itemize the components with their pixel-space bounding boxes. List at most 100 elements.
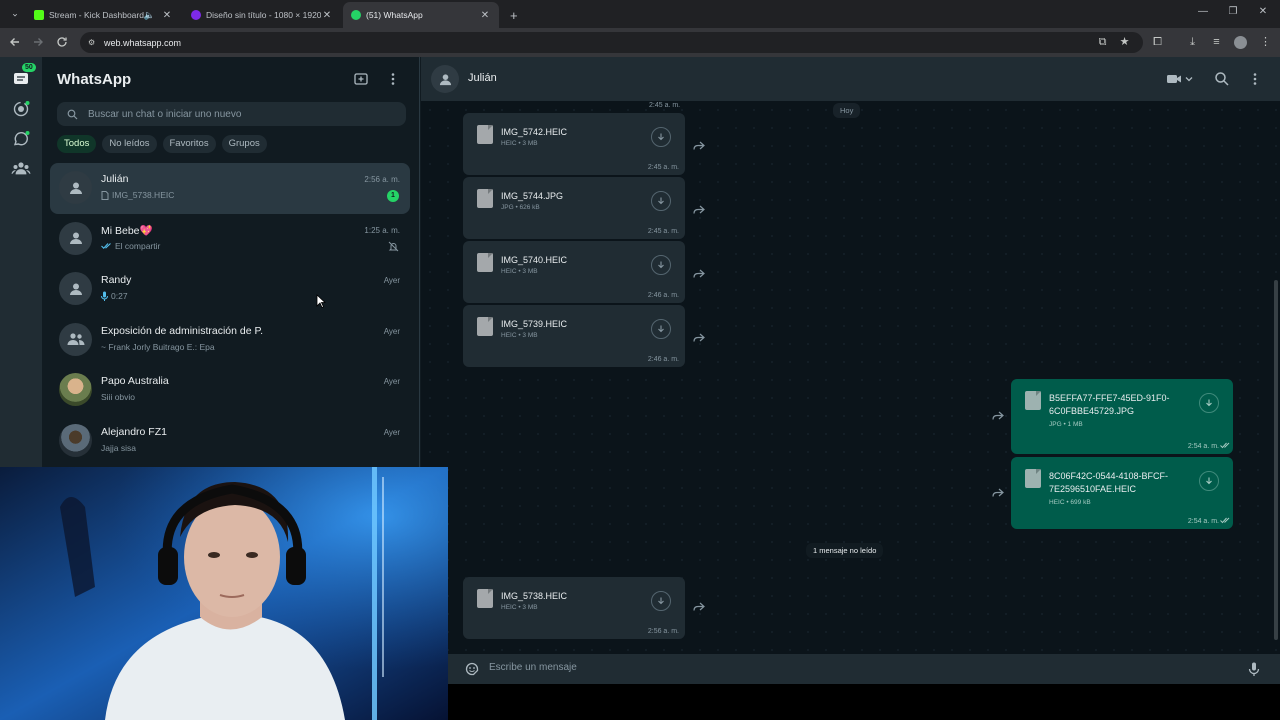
message-input[interactable]: Escribe un mensaje [489,662,577,673]
new-tab-button[interactable]: + [502,2,524,28]
filter-favoritos[interactable]: Favoritos [162,135,216,153]
emoji-sticker-button[interactable] [464,661,480,677]
avatar[interactable] [431,65,459,93]
download-button[interactable] [1199,471,1219,491]
file-icon [477,589,493,608]
forward-icon[interactable] [692,330,706,344]
chat-preview-text: Siii obvio [101,392,136,402]
tab-label: Stream - Kick Dashboard [49,10,144,20]
chat-item-julian[interactable]: Julián IMG_5738.HEIC 2:56 a. m. 1 [50,163,410,214]
new-chat-button[interactable] [353,71,369,87]
webcam-person-image [0,467,448,720]
search-icon [67,109,78,119]
install-app-icon[interactable]: ⧉ [1096,36,1109,49]
forward-icon[interactable] [991,485,1005,499]
forward-button[interactable] [30,34,46,50]
tab-kick[interactable]: Stream - Kick Dashboard 🔈 ✕ [26,2,181,28]
minimize-button[interactable]: — [1193,6,1213,17]
download-icon[interactable]: ⤓ [1186,36,1199,49]
status-rail-button[interactable] [11,99,31,119]
chats-rail-button[interactable] [11,69,31,89]
search-input[interactable]: Buscar un chat o iniciar uno nuevo [57,102,406,126]
conversation-menu-button[interactable] [1247,71,1263,87]
filter-no-leidos[interactable]: No leídos [102,135,157,153]
chat-preview: Jajja sisa [101,443,136,453]
file-message[interactable]: IMG_5742.HEIC HEIC • 3 MB 2:45 a. m. [463,113,685,175]
search-chat-button[interactable] [1214,71,1230,87]
filter-todos[interactable]: Todos [57,135,97,153]
file-message[interactable]: IMG_5739.HEIC HEIC • 3 MB 2:46 a. m. [463,305,685,367]
chat-time: Ayer [383,276,400,285]
forward-icon[interactable] [692,138,706,152]
chat-time: Ayer [383,427,400,437]
avatar [59,171,92,204]
close-window-button[interactable]: ✕ [1253,6,1273,17]
voice-message-button[interactable] [1246,661,1262,677]
tab-canva[interactable]: Diseño sin título - 1080 × 1920 px ✕ [183,2,341,28]
file-name-line2: 7E2596510FAE.HEIC [1049,484,1137,494]
back-button[interactable] [7,34,23,50]
outgoing-file-message[interactable]: 8C06F42C-0544-4108-BFCF- 7E2596510FAE.HEI… [1011,457,1233,529]
conversation-header[interactable]: Julián [421,57,1280,101]
download-button[interactable] [651,127,671,147]
close-tab-icon[interactable]: ✕ [161,10,173,21]
file-meta: JPG • 1 MB [1049,421,1083,428]
reload-button[interactable] [54,34,70,50]
filter-grupos[interactable]: Grupos [221,135,267,153]
chat-item-alejandro[interactable]: Alejandro FZ1 Jajja sisa Ayer [50,416,410,467]
sidebar-menu-button[interactable] [385,71,401,87]
chat-item-exposicion[interactable]: Exposición de administración de P. ~ Fra… [50,315,410,366]
site-info-icon[interactable]: ⚙ [88,38,98,48]
file-name-line1: 8C06F42C-0544-4108-BFCF- [1049,471,1169,481]
file-meta: HEIC • 3 MB [501,332,538,339]
arrow-right-icon [34,38,43,46]
file-name: IMG_5742.HEIC [501,127,568,137]
file-message[interactable]: IMG_5738.HEIC HEIC • 3 MB 2:56 a. m. [463,577,685,639]
channels-rail-button[interactable] [11,129,31,149]
message-time: 2:54 a. m. [1187,443,1219,450]
scrollbar[interactable] [1274,280,1278,640]
file-icon [477,125,493,144]
arrow-left-icon [10,38,19,46]
file-message[interactable]: IMG_5740.HEIC HEIC • 3 MB 2:46 a. m. [463,241,685,303]
profile-avatar[interactable] [1234,36,1247,49]
chat-item-mi-bebe[interactable]: Mi Bebe💖 El compartir 1:25 a. m. [50,214,410,265]
media-controls-icon[interactable]: ≡ [1210,36,1223,49]
close-tab-icon[interactable]: ✕ [321,10,333,21]
canva-favicon-icon [191,10,201,20]
tab-search-button[interactable] [4,2,26,28]
browser-menu-icon[interactable]: ⋮ [1259,36,1272,49]
bookmark-star-icon[interactable]: ★ [1118,36,1131,49]
download-button[interactable] [651,319,671,339]
file-name: B5EFFA77-FFE7-45ED-91F0- 6C0FBBE45729.JPG [1049,392,1170,418]
close-tab-icon[interactable]: ✕ [479,10,491,21]
forward-icon[interactable] [692,266,706,280]
message-time: 2:45 a. m. [647,164,679,171]
forward-icon[interactable] [991,408,1005,422]
address-bar[interactable]: ⚙ web.whatsapp.com [80,32,1143,53]
file-message[interactable]: IMG_5744.JPG JPG • 626 kB 2:45 a. m. [463,177,685,239]
communities-rail-button[interactable] [11,158,31,178]
download-button[interactable] [651,591,671,611]
chat-item-papo-australia[interactable]: Papo Australia Siii obvio Ayer [50,365,410,416]
tab-whatsapp[interactable]: (51) WhatsApp ✕ [343,2,499,28]
tab-label: (51) WhatsApp [366,10,423,20]
video-call-button[interactable] [1166,71,1196,87]
message-time: 2:46 a. m. [647,356,679,363]
outgoing-file-message[interactable]: B5EFFA77-FFE7-45ED-91F0- 6C0FBBE45729.JPG… [1011,379,1233,454]
forward-icon[interactable] [692,202,706,216]
forward-icon[interactable] [692,599,706,613]
message-list: 2:45 a. m. Hoy IMG_5742.HEIC HEIC • 3 MB… [421,101,1280,654]
chat-preview: El compartir [101,241,160,251]
chat-item-randy[interactable]: Randy 0:27 Ayer [50,264,410,315]
extensions-icon[interactable]: ⧠ [1151,36,1164,49]
conversation-panel: Julián 2:45 a. m. Hoy IMG_5742.HEIC HEIC [421,57,1280,720]
download-button[interactable] [1199,393,1219,413]
communities-icon [11,162,31,175]
download-button[interactable] [651,191,671,211]
tab-strip: Stream - Kick Dashboard 🔈 ✕ Diseño sin t… [0,0,1280,28]
download-button[interactable] [651,255,671,275]
double-check-icon [101,242,111,249]
restore-button[interactable]: ❐ [1223,6,1243,17]
chat-time: Ayer [383,326,400,336]
